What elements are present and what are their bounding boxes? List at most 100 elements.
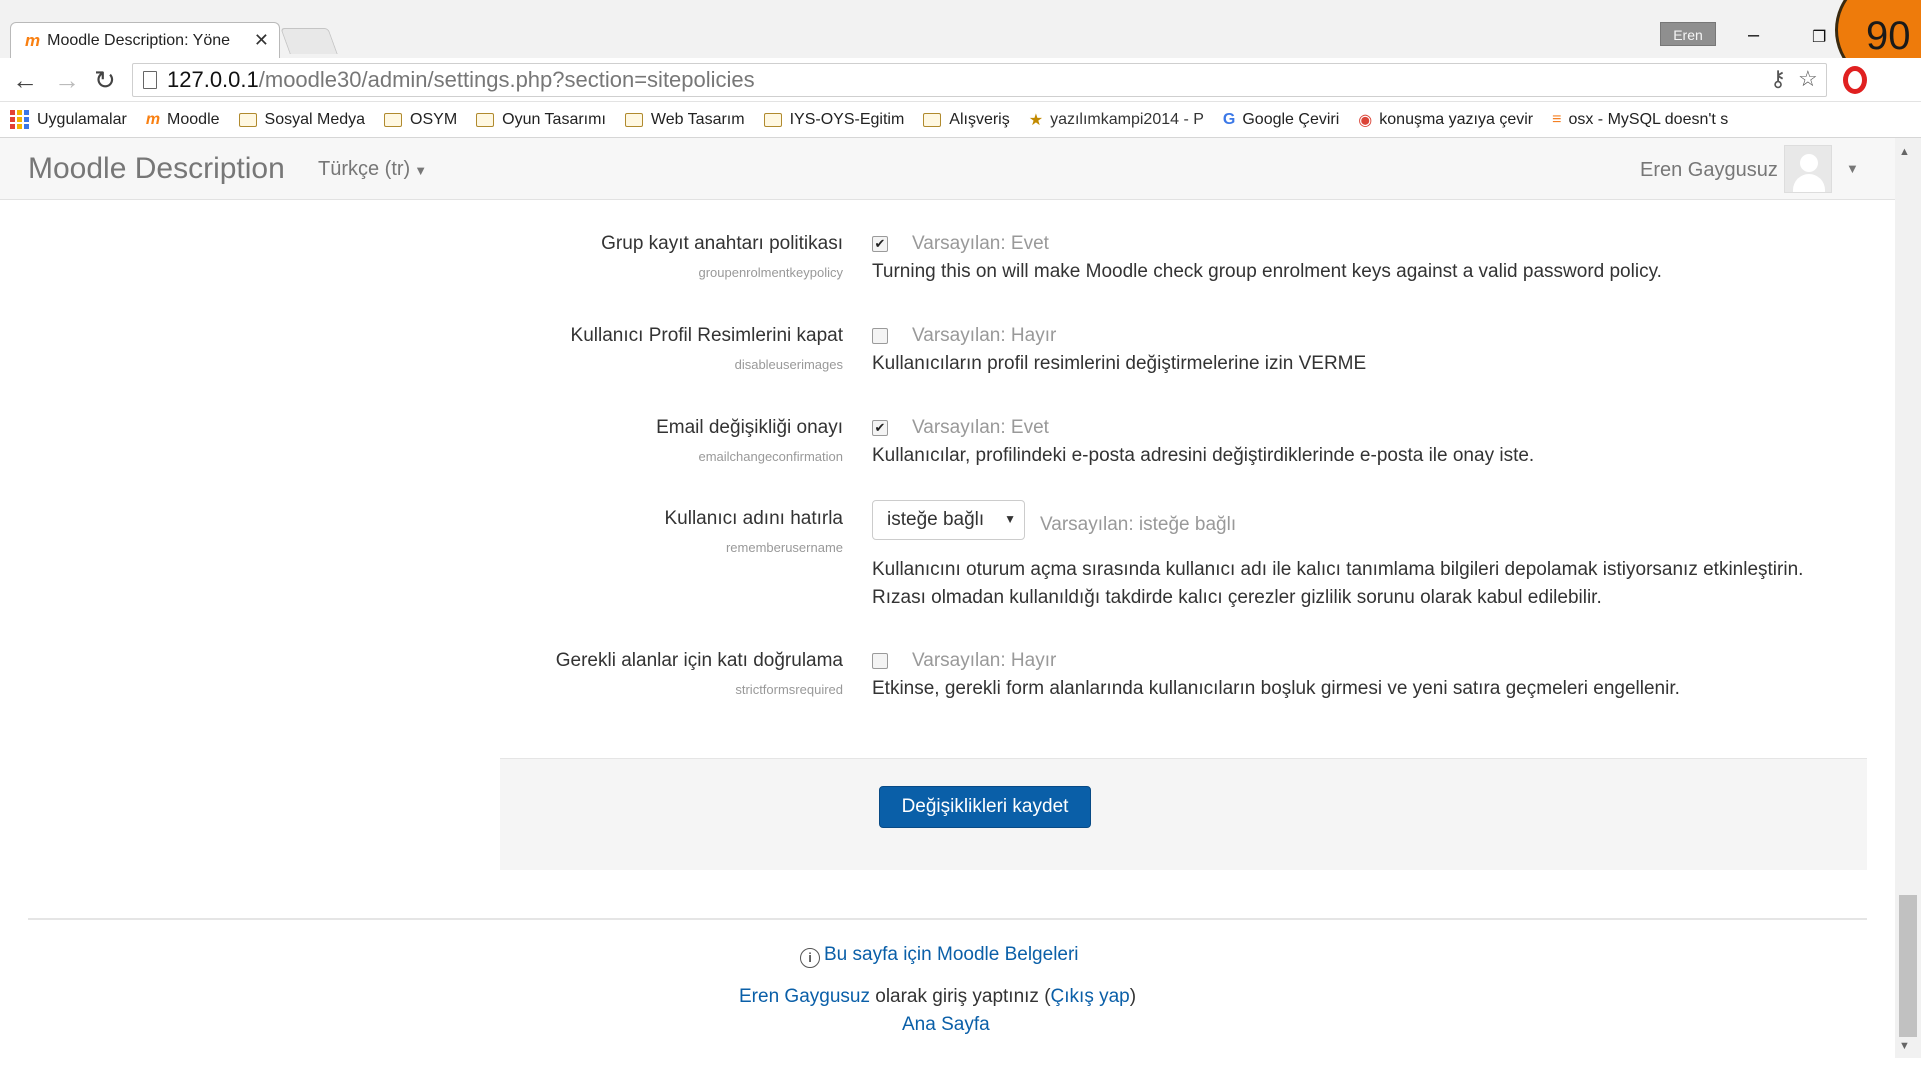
folder-icon: [476, 112, 495, 127]
address-bar-row: ← → ↻ 127.0.0.1 /moodle30/admin/settings…: [0, 58, 1921, 102]
profile-chip[interactable]: Eren: [1660, 22, 1716, 46]
scroll-up-icon[interactable]: ▲: [1899, 146, 1910, 158]
bookmark-item[interactable]: Alışveriş: [923, 110, 1010, 129]
bookmark-label: OSYM: [410, 110, 458, 128]
url-input[interactable]: 127.0.0.1 /moodle30/admin/settings.php?s…: [132, 63, 1827, 97]
bookmark-label: IYS-OYS-Egitim: [789, 110, 905, 128]
setting-default: Varsayılan: Hayır: [912, 650, 1057, 671]
url-path: /moodle30/admin/settings.php?section=sit…: [258, 67, 755, 92]
setting-checkbox[interactable]: ✔: [872, 236, 888, 252]
stackoverflow-icon: ≡: [1552, 110, 1562, 128]
bookmark-item[interactable]: OSYM: [384, 111, 457, 129]
bookmark-item[interactable]: Web Tasarım: [624, 110, 745, 129]
closing-paren: ): [1129, 986, 1137, 1007]
bookmark-item[interactable]: Sosyal Medya: [238, 110, 366, 129]
setting-description: Kullanıcıların profil resimlerini değişt…: [872, 353, 1367, 374]
setting-label: Grup kayıt anahtarı politikası: [601, 233, 843, 254]
language-label: Türkçe (tr): [318, 158, 411, 180]
site-navbar: Moodle Description Türkçe (tr) ▼ Eren Gay…: [0, 138, 1895, 200]
reload-icon[interactable]: ↻: [94, 65, 116, 96]
bookmark-label: Oyun Tasarımı: [502, 110, 606, 128]
footer-divider: [28, 918, 1867, 920]
key-icon[interactable]: ⚷: [1770, 66, 1786, 92]
setting-checkbox[interactable]: [872, 328, 888, 344]
setting-code: rememberusername: [725, 540, 843, 555]
bookmark-item[interactable]: m Moodle: [146, 111, 220, 129]
bookmark-item[interactable]: ≡ osx - MySQL doesn't s: [1552, 111, 1728, 129]
bookmark-star-icon[interactable]: ☆: [1798, 66, 1818, 92]
folder-icon: [624, 112, 643, 127]
opera-extension-icon[interactable]: [1843, 66, 1867, 94]
select-value: isteğe bağlı: [887, 509, 985, 530]
setting-default: Varsayılan: Evet: [912, 233, 1049, 254]
bookmark-label: Uygulamalar: [37, 110, 127, 128]
bookmark-item[interactable]: ★ yazılımkampi2014 - P: [1029, 110, 1204, 130]
new-tab-button[interactable]: [280, 28, 338, 54]
info-icon: i: [800, 948, 820, 968]
setting-checkbox[interactable]: ✔: [872, 420, 888, 436]
browser-tab[interactable]: m Moodle Description: Yöne ✕: [10, 22, 280, 58]
bookmark-label: Google Çeviri: [1242, 110, 1340, 128]
tab-title: Moodle Description: Yöne: [47, 31, 231, 49]
forward-icon[interactable]: →: [54, 65, 80, 96]
bookmark-label: Alışveriş: [949, 110, 1010, 128]
setting-code: strictformsrequired: [735, 682, 843, 697]
bookmark-item[interactable]: ◉ konuşma yazıya çevir: [1358, 110, 1533, 130]
bookmark-label: konuşma yazıya çevir: [1379, 110, 1534, 128]
bookmark-label: Moodle: [167, 110, 220, 128]
bookmark-item[interactable]: Uygulamalar: [10, 110, 127, 129]
save-changes-button[interactable]: Değişiklikleri kaydet: [879, 786, 1091, 828]
moodle-docs-link[interactable]: i Bu sayfa için Moodle Belgeleri: [800, 944, 1079, 968]
browser-tab-bar: m Moodle Description: Yöne ✕ Eren – ❐ 90: [0, 0, 1921, 90]
setting-default: Varsayılan: isteğe bağlı: [1040, 514, 1237, 535]
user-menu-caret-icon[interactable]: ▼: [1846, 161, 1859, 176]
setting-label: Kullanıcı adını hatırla: [664, 508, 844, 529]
chrome-icon: ◉: [1358, 111, 1373, 129]
bookmark-item[interactable]: IYS-OYS-Egitim: [763, 110, 905, 129]
setting-code: groupenrolmentkeypolicy: [698, 265, 843, 280]
scroll-down-icon[interactable]: ▼: [1899, 1040, 1910, 1052]
caret-down-icon: ▼: [414, 163, 428, 178]
bookmark-label: osx - MySQL doesn't s: [1568, 110, 1729, 128]
setting-description: Etkinse, gerekli form alanlarında kullan…: [872, 678, 1680, 699]
bookmark-label: Web Tasarım: [650, 110, 745, 128]
scroll-thumb[interactable]: [1899, 895, 1917, 1037]
user-menu-name[interactable]: Eren Gaygusuz: [1640, 159, 1778, 182]
setting-label: Email değişikliği onayı: [656, 417, 843, 438]
home-link[interactable]: Ana Sayfa: [902, 1014, 990, 1036]
form-actions: Değişiklikleri kaydet: [500, 758, 1867, 870]
tab-close-icon[interactable]: ✕: [254, 30, 269, 51]
folder-icon: [763, 112, 782, 127]
setting-description-line1: Kullanıcını oturum açma sırasında kullan…: [872, 559, 1804, 580]
apps-grid-icon: [10, 110, 29, 129]
setting-checkbox[interactable]: [872, 653, 888, 669]
setting-code: emailchangeconfirmation: [698, 449, 843, 464]
remember-username-select[interactable]: isteğe bağlı ▼: [872, 500, 1025, 540]
bookmarks-bar: Uygulamalar m Moodle Sosyal Medya OSYM O…: [0, 102, 1921, 138]
badge-number: 90: [1866, 14, 1911, 58]
avatar[interactable]: [1784, 145, 1832, 193]
profile-link[interactable]: Eren Gaygusuz: [739, 986, 870, 1007]
back-icon[interactable]: ←: [12, 65, 38, 96]
bookmark-item[interactable]: Oyun Tasarımı: [476, 111, 606, 129]
setting-label: Kullanıcı Profil Resimlerini kapat: [570, 325, 843, 346]
folder-icon: [238, 112, 257, 127]
language-menu[interactable]: Türkçe (tr) ▼: [318, 158, 427, 181]
setting-description: Turning this on will make Moodle check g…: [872, 261, 1662, 282]
minimize-icon[interactable]: –: [1748, 24, 1759, 47]
site-brand[interactable]: Moodle Description: [28, 152, 285, 186]
bookmark-label: Sosyal Medya: [264, 110, 366, 128]
logged-in-text: olarak giriş yaptınız (: [869, 986, 1051, 1007]
setting-description-line2: Rızası olmadan kullanıldığı takdirde kal…: [872, 587, 1602, 608]
logout-link[interactable]: Çıkış yap: [1051, 986, 1130, 1007]
folder-icon: [384, 112, 403, 127]
avatar-head: [1800, 154, 1818, 172]
setting-description: Kullanıcılar, profilindeki e-posta adres…: [872, 445, 1535, 466]
setting-default: Varsayılan: Hayır: [912, 325, 1057, 346]
moodle-docs-label: Bu sayfa için Moodle Belgeleri: [824, 944, 1079, 965]
restore-icon[interactable]: ❐: [1812, 27, 1826, 47]
bookmark-item[interactable]: G Google Çeviri: [1223, 111, 1339, 129]
bookmark-label: yazılımkampi2014 - P: [1050, 110, 1204, 128]
setting-label: Gerekli alanlar için katı doğrulama: [555, 650, 843, 671]
page-icon: [143, 71, 157, 89]
